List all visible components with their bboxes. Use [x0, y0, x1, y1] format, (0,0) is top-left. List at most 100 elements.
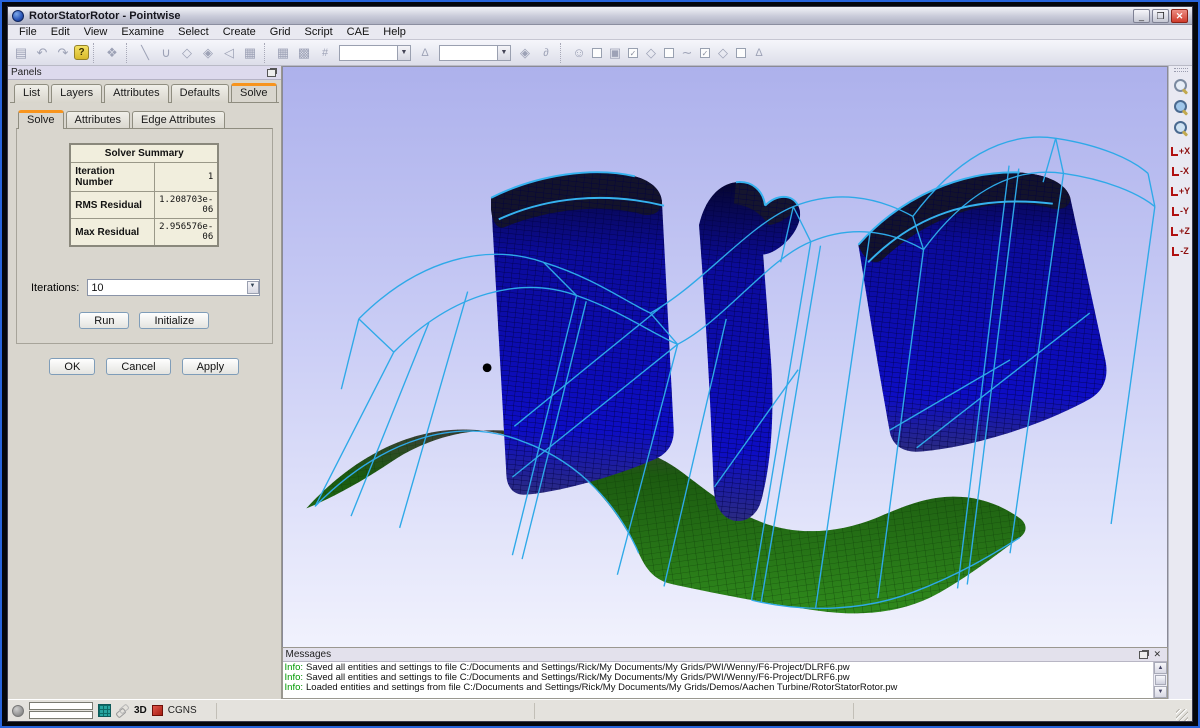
show-domains-icon[interactable]: ◇	[641, 43, 661, 63]
application-window: RotorStatorRotor - Pointwise _ ❒ ✕ File …	[7, 6, 1193, 722]
menu-examine[interactable]: Examine	[114, 25, 171, 39]
minimize-button[interactable]: _	[1133, 9, 1150, 23]
zoom-icon[interactable]	[1173, 79, 1188, 94]
view-minus-y-button[interactable]: -Y	[1172, 202, 1189, 216]
structured-grid-icon[interactable]: ▦	[273, 43, 293, 63]
menu-cae[interactable]: CAE	[340, 25, 377, 39]
redo-icon[interactable]: ↷	[53, 43, 73, 63]
show-database-icon[interactable]: ☺	[569, 43, 589, 63]
spacing-dropdown-arrow[interactable]: ▼	[497, 46, 510, 60]
derivative-icon[interactable]: ∂	[536, 43, 556, 63]
zoom-actual-icon[interactable]	[1173, 121, 1188, 136]
menu-edit[interactable]: Edit	[44, 25, 77, 39]
messages-close-icon[interactable]: ✕	[1150, 649, 1164, 660]
menu-bar: File Edit View Examine Select Create Gri…	[8, 25, 1192, 40]
toolbar-separator	[264, 43, 269, 63]
zoom-to-fit-icon[interactable]	[1173, 100, 1188, 115]
create-block-icon[interactable]: ▦	[240, 43, 260, 63]
spacing-combobox[interactable]: ▼	[439, 45, 511, 61]
viewport-3d[interactable]	[282, 66, 1168, 647]
window-title: RotorStatorRotor - Pointwise	[29, 10, 1128, 22]
axis-label: -Y	[1180, 206, 1189, 216]
create-connector-icon[interactable]: ╲	[135, 43, 155, 63]
show-database-checkbox[interactable]	[592, 48, 602, 58]
scroll-down-arrow[interactable]: ▼	[1154, 686, 1167, 698]
save-icon[interactable]: ▤	[11, 43, 31, 63]
blade-right	[858, 172, 1106, 451]
apply-button[interactable]: Apply	[182, 358, 240, 375]
toolbar-separator	[126, 43, 131, 63]
iterations-spinner[interactable]: 10 ▼	[87, 279, 259, 296]
show-delta-icon[interactable]: Δ	[749, 43, 769, 63]
grid-mode-icon[interactable]	[98, 704, 111, 717]
menu-create[interactable]: Create	[216, 25, 263, 39]
initialize-button[interactable]: Initialize	[139, 312, 209, 329]
tab-solve[interactable]: Solve	[231, 83, 277, 102]
scroll-thumb[interactable]	[1155, 675, 1166, 685]
create-domain-mesh-icon[interactable]: ◈	[198, 43, 218, 63]
spacing-icon[interactable]: Δ	[415, 43, 435, 63]
show-domains-checkbox[interactable]	[664, 48, 674, 58]
help-icon[interactable]: ?	[74, 45, 89, 60]
subtab-solve[interactable]: Solve	[18, 110, 64, 129]
messages-scrollbar[interactable]: ▲ ▼	[1153, 662, 1167, 698]
screen-frame: RotorStatorRotor - Pointwise _ ❒ ✕ File …	[0, 0, 1200, 728]
tab-attributes[interactable]: Attributes	[104, 84, 168, 103]
view-plus-y-button[interactable]: +Y	[1171, 182, 1190, 196]
view-plus-x-button[interactable]: +X	[1171, 142, 1190, 156]
solve-icon[interactable]: ◈	[515, 43, 535, 63]
turbine-mesh-scene	[283, 67, 1167, 647]
view-minus-x-button[interactable]: -X	[1172, 162, 1189, 176]
dimension-icon[interactable]: #	[315, 43, 335, 63]
cancel-button[interactable]: Cancel	[106, 358, 170, 375]
dimension-dropdown-arrow[interactable]: ▼	[397, 46, 410, 60]
menu-help[interactable]: Help	[376, 25, 413, 39]
selected-point-marker[interactable]	[482, 363, 491, 372]
tab-list[interactable]: List	[14, 84, 49, 103]
status-led-icon	[12, 705, 24, 717]
create-domain-icon[interactable]: ◇	[177, 43, 197, 63]
menu-file[interactable]: File	[12, 25, 44, 39]
show-blocks-icon[interactable]: ▣	[605, 43, 625, 63]
dimension-combobox[interactable]: ▼	[339, 45, 411, 61]
axis-label: -Z	[1180, 246, 1189, 256]
max-residual-value: 2.956576e-06	[155, 219, 219, 247]
cae-format-label: CGNS	[168, 705, 197, 716]
messages-log: Info:Saved all entities and settings to …	[283, 662, 1153, 698]
log-text: Loaded entities and settings from file C…	[306, 682, 897, 693]
tab-defaults[interactable]: Defaults	[171, 84, 229, 103]
log-entry: Info:Loaded entities and settings from f…	[285, 683, 1151, 693]
messages-caption-bar: Messages ✕	[283, 648, 1167, 662]
restore-button[interactable]: ❒	[1152, 9, 1169, 23]
menu-grid[interactable]: Grid	[263, 25, 298, 39]
undo-icon[interactable]: ↶	[32, 43, 52, 63]
create-extrude-icon[interactable]: ◁	[219, 43, 239, 63]
messages-float-icon[interactable]	[1139, 651, 1148, 659]
scroll-up-arrow[interactable]: ▲	[1154, 662, 1167, 674]
iterations-value: 10	[91, 282, 103, 294]
layers-stack-icon[interactable]: ❖	[102, 43, 122, 63]
show-blocks-checkbox[interactable]: ✓	[628, 48, 638, 58]
iterations-dropdown-arrow[interactable]: ▼	[247, 281, 259, 294]
menu-select[interactable]: Select	[171, 25, 216, 39]
create-curve-icon[interactable]: ∪	[156, 43, 176, 63]
view-minus-z-button[interactable]: -Z	[1172, 242, 1189, 256]
ok-button[interactable]: OK	[49, 358, 95, 375]
view-plus-z-button[interactable]: +Z	[1171, 222, 1190, 236]
tab-layers[interactable]: Layers	[51, 84, 102, 103]
menu-view[interactable]: View	[77, 25, 115, 39]
unstructured-grid-icon[interactable]: ▩	[294, 43, 314, 63]
run-button[interactable]: Run	[79, 312, 129, 329]
close-button[interactable]: ✕	[1171, 9, 1188, 23]
axis-label: -X	[1180, 166, 1189, 176]
messages-title: Messages	[286, 649, 1140, 660]
iteration-number-value: 1	[155, 163, 219, 192]
show-spacings-checkbox[interactable]	[736, 48, 746, 58]
toolbar-drag-handle[interactable]	[1174, 68, 1188, 72]
show-connectors-icon[interactable]: ∼	[677, 43, 697, 63]
show-spacings-icon[interactable]: ◇	[713, 43, 733, 63]
panels-float-icon[interactable]	[267, 69, 276, 77]
menu-script[interactable]: Script	[298, 25, 340, 39]
resize-grip[interactable]	[1176, 709, 1188, 721]
show-connectors-checkbox[interactable]: ✓	[700, 48, 710, 58]
